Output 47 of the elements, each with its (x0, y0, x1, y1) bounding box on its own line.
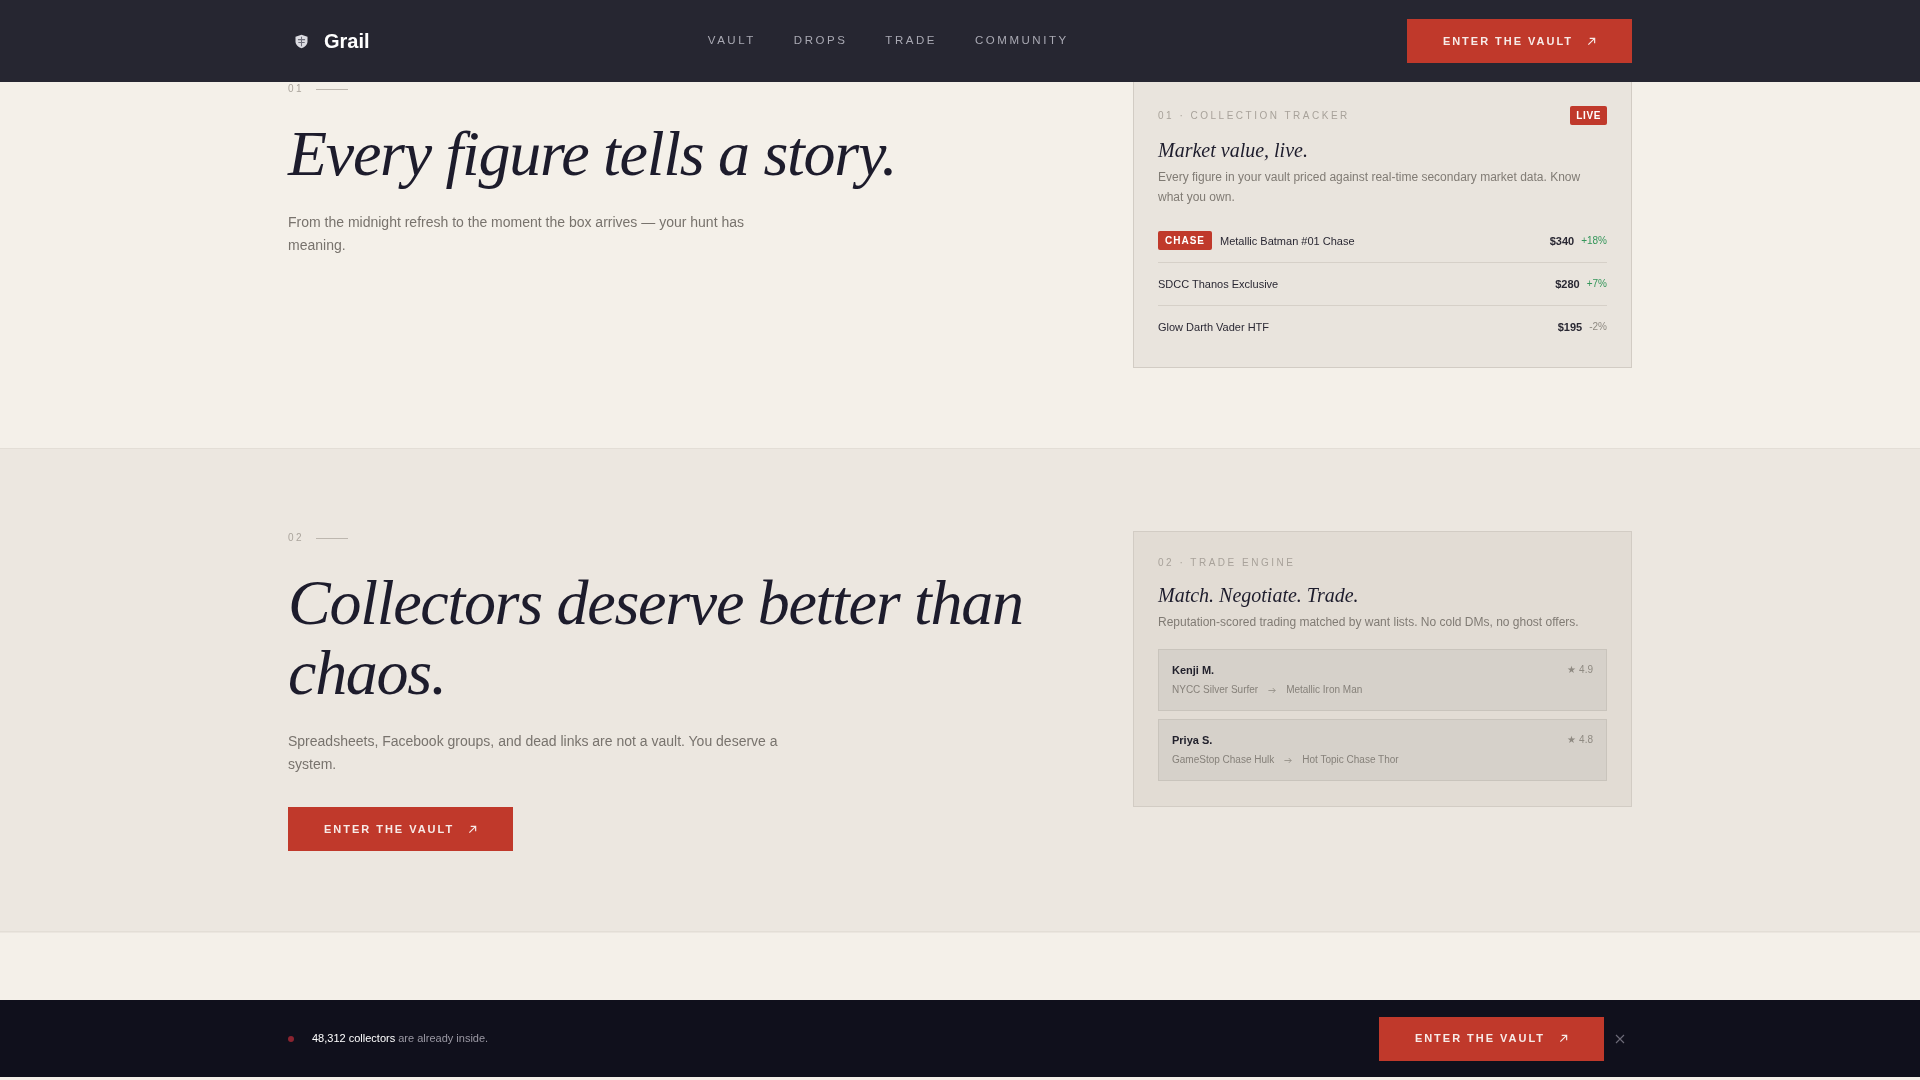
nav-link[interactable]: TRADE (885, 32, 937, 50)
section-text: Spreadsheets, Facebook groups, and dead links are not a vault. You deserve a system. (288, 732, 779, 774)
trader-name: Priya S. (1172, 733, 1213, 748)
price-change: +18% (1581, 233, 1607, 248)
card-text: Every figure in your vault priced against real-time secondary market data. Know what you own. (1158, 169, 1582, 206)
card-text: Reputation-scored trading matched by want lists. No cold DMs, no ghost offers. (1158, 614, 1580, 631)
item-tag: CHASE (1158, 231, 1212, 250)
nav-link[interactable]: DROPS (793, 32, 848, 50)
arrow-right-icon (1268, 686, 1277, 694)
headline: Collectors deserve better than chaos. (288, 568, 1024, 708)
trader-rating: ★ 4.9 (1567, 663, 1593, 677)
enter-vault-button[interactable]: ENTER THE VAULT (288, 807, 514, 851)
wanted-item: Metallic Iron Man (1286, 683, 1363, 697)
enter-vault-button[interactable]: ENTER THE VAULT (1406, 19, 1632, 63)
shield-icon (294, 33, 309, 49)
nav-link[interactable]: VAULT (707, 32, 756, 50)
arrow-up-right-icon (468, 824, 478, 834)
status-badge: LIVE (1570, 106, 1607, 125)
offer-item: NYCC Silver Surfer (1172, 683, 1259, 697)
trader-name: Kenji M. (1172, 663, 1215, 678)
brand-name: Grail (324, 31, 370, 51)
headline: Every figure tells a story. (288, 119, 898, 189)
arrow-right-icon (1284, 756, 1293, 764)
item-name: Glow Darth Vader HTF (1158, 320, 1270, 335)
banner-text: 48,312 collectors are already inside. (312, 1031, 489, 1047)
arrow-up-right-icon (1559, 1034, 1568, 1043)
item-name: SDCC Thanos Exclusive (1158, 277, 1279, 292)
price-change: +7% (1586, 277, 1607, 291)
item-price: $340 (1549, 233, 1575, 249)
item-price: $195 (1557, 320, 1583, 335)
close-icon (1615, 1033, 1625, 1044)
section-number: 02 (288, 531, 305, 545)
card-title: Market value, live. (1158, 138, 1309, 163)
enter-vault-button[interactable]: ENTER THE VAULT (1378, 1016, 1604, 1061)
nav-link[interactable]: COMMUNITY (975, 32, 1069, 50)
card-label: 01 · COLLECTION TRACKER (1158, 108, 1350, 123)
section-number: 01 (288, 82, 305, 96)
section-text: From the midnight refresh to the moment the box arrives — your hunt has meaning. (288, 213, 745, 255)
offer-item: GameStop Chase Hulk (1172, 753, 1275, 767)
price-change: -2% (1589, 320, 1607, 334)
arrow-up-right-icon (1587, 36, 1596, 46)
item-name: Metallic Batman #01 Chase (1220, 233, 1355, 249)
card-title: Match. Negotiate. Trade. (1158, 583, 1360, 608)
trader-rating: ★ 4.8 (1567, 733, 1593, 747)
item-price: $280 (1555, 277, 1580, 292)
dot-icon (288, 1035, 294, 1042)
wanted-item: Hot Topic Chase Thor (1302, 753, 1399, 767)
